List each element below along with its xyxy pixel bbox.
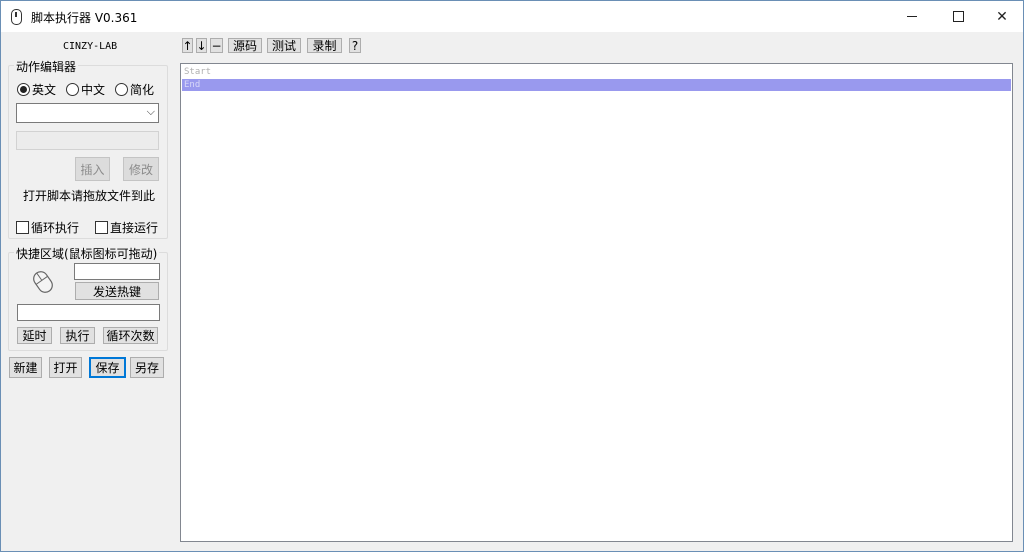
action-editor-legend: 动作编辑器 (14, 58, 79, 75)
chevron-down-icon: ⌵ (146, 105, 155, 118)
radio-simplified-indicator (115, 83, 129, 96)
radio-english[interactable]: 英文 (17, 81, 56, 98)
script-line-start[interactable]: Start (182, 66, 1011, 78)
test-button[interactable]: 测试 (267, 38, 301, 53)
window-title: 脚本执行器 V0.361 (31, 11, 138, 25)
loop-checkbox-box (16, 221, 29, 234)
direct-run-checkbox[interactable]: 直接运行 (95, 219, 158, 236)
arrow-up-icon: ↑ (182, 38, 193, 53)
close-icon: ✕ (996, 8, 1008, 25)
new-button[interactable]: 新建 (9, 357, 42, 378)
title-bar[interactable]: 脚本执行器 V0.361 ✕ (1, 1, 1023, 32)
radio-english-label: 英文 (32, 83, 57, 97)
modify-button[interactable]: 修改 (123, 157, 159, 181)
radio-chinese-indicator (66, 83, 80, 96)
send-hotkey-button[interactable]: 发送热键 (75, 282, 159, 300)
hotkey-input[interactable] (74, 263, 160, 280)
delete-line-button[interactable]: − (210, 38, 223, 53)
move-down-button[interactable]: ↓ (196, 38, 207, 53)
radio-chinese-label: 中文 (81, 83, 106, 97)
script-line-end[interactable]: End (182, 79, 1011, 91)
action-select[interactable]: ⌵ (16, 103, 159, 123)
param-input (16, 131, 159, 150)
app-window: 脚本执行器 V0.361 ✕ CINZY-LAB 动作编辑器 英文 中文 简化 … (0, 0, 1024, 552)
minimize-icon (907, 16, 917, 17)
loop-checkbox-label: 循环执行 (31, 221, 80, 235)
help-button[interactable]: ? (349, 38, 361, 53)
direct-run-checkbox-label: 直接运行 (110, 221, 159, 235)
brand-label: CINZY-LAB (63, 41, 118, 52)
close-button[interactable]: ✕ (979, 1, 1023, 32)
radio-english-indicator (17, 83, 30, 96)
command-input[interactable] (17, 304, 160, 321)
quick-area-legend: 快捷区域(鼠标图标可拖动) (14, 245, 160, 262)
minus-icon: − (211, 38, 222, 53)
save-button[interactable]: 保存 (89, 357, 126, 378)
minimize-button[interactable] (889, 1, 935, 32)
loop-checkbox[interactable]: 循环执行 (16, 219, 79, 236)
save-as-button[interactable]: 另存 (130, 357, 164, 378)
open-button[interactable]: 打开 (49, 357, 82, 378)
draggable-mouse-icon[interactable] (28, 267, 58, 297)
maximize-button[interactable] (935, 1, 981, 32)
loop-count-button[interactable]: 循环次数 (103, 327, 158, 344)
mouse-icon (11, 9, 22, 25)
direct-run-checkbox-box (95, 221, 109, 234)
radio-simplified-label: 简化 (130, 83, 155, 97)
delay-button[interactable]: 延时 (17, 327, 52, 344)
execute-button[interactable]: 执行 (60, 327, 95, 344)
maximize-icon (952, 11, 964, 22)
run-options: 循环执行 直接运行 (16, 219, 158, 236)
language-radio-group: 英文 中文 简化 (17, 81, 154, 98)
radio-chinese[interactable]: 中文 (66, 81, 105, 98)
move-up-button[interactable]: ↑ (182, 38, 193, 53)
radio-simplified[interactable]: 简化 (115, 81, 154, 98)
script-editor[interactable]: Start End (180, 63, 1013, 542)
record-button[interactable]: 录制 (307, 38, 342, 53)
arrow-down-icon: ↓ (196, 38, 207, 53)
source-button[interactable]: 源码 (228, 38, 262, 53)
drop-file-hint: 打开脚本请拖放文件到此 (23, 189, 156, 203)
insert-button[interactable]: 插入 (75, 157, 110, 181)
